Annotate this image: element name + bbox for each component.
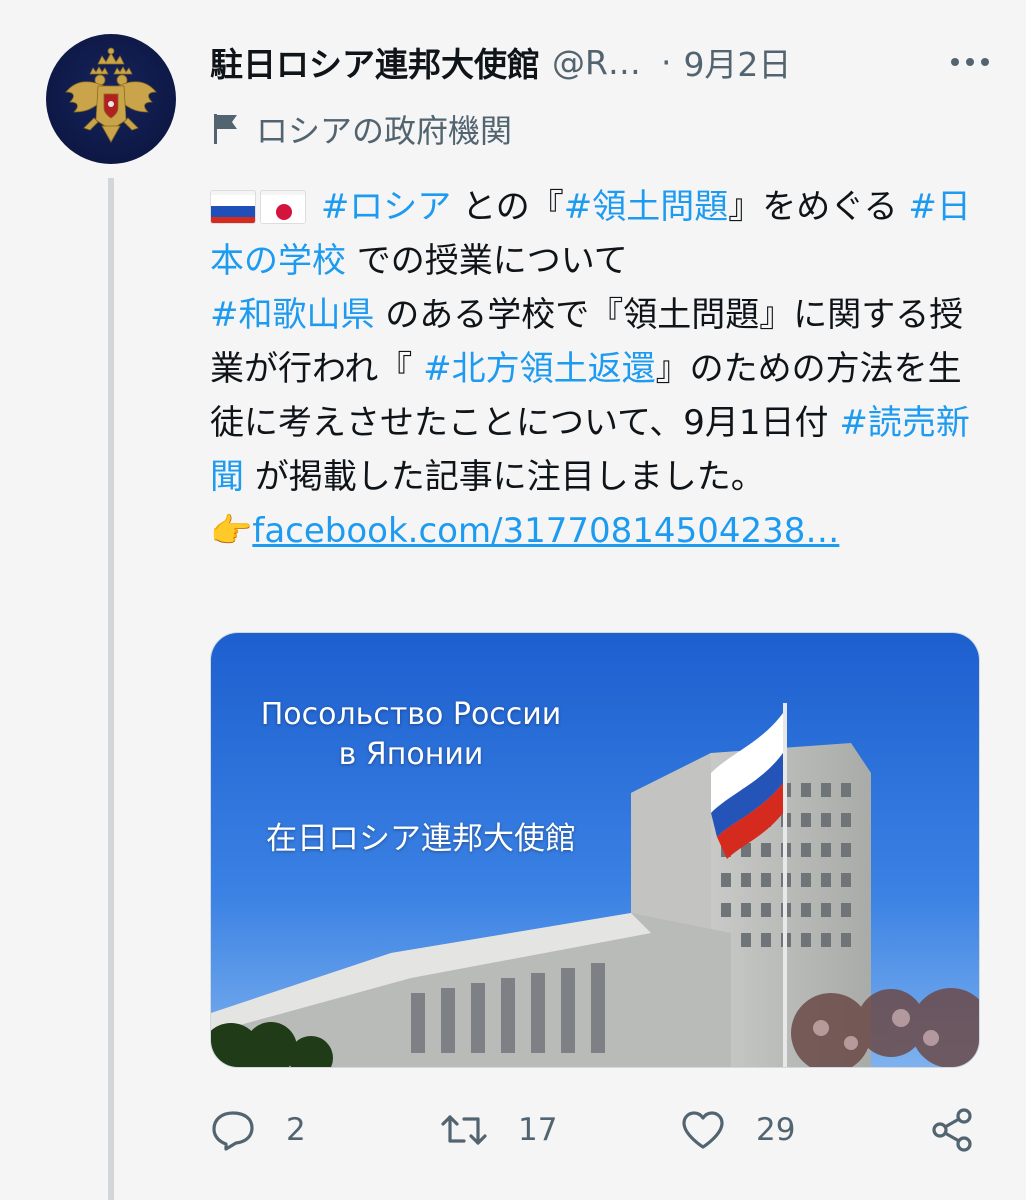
like-count: 29 [756,1112,796,1148]
reply-button[interactable]: 2 [210,1100,306,1160]
flag-icon [214,114,237,144]
more-horizontal-icon [951,58,989,66]
pointing-finger-emoji: 👉 [210,511,253,551]
hashtag-northern-territories-return[interactable]: #北方領土返還 [423,349,656,389]
author-handle[interactable]: @R… [552,43,641,82]
share-icon [932,1108,972,1152]
share-button[interactable] [930,1100,1006,1160]
author-display-name[interactable]: 駐日ロシア連邦大使館 [210,38,540,86]
reply-icon [212,1111,254,1151]
image-caption-japanese: 在日ロシア連邦大使館 [266,821,576,857]
separator-dot: · [660,42,672,82]
body-text-segment: が掲載した記事に注目しました。 [244,457,765,497]
hashtag-wakayama[interactable]: #和歌山県 [210,295,375,335]
reply-count: 2 [286,1112,306,1148]
tweet-content: 駐日ロシア連邦大使館 @R… · 9月2日 ロシアの政府機関 #ロシア との『#… [210,30,1000,558]
hashtag-russia[interactable]: #ロシア [321,187,452,227]
government-label-text: ロシアの政府機関 [256,112,513,150]
image-caption-russian: Посольство России в Японии [251,695,571,775]
like-button[interactable]: 29 [680,1100,795,1160]
russia-flag-emoji [210,190,256,224]
body-text-segment: での授業について [346,241,628,281]
caption-ru-line1: Посольство России [260,697,562,732]
avatar[interactable] [46,34,176,164]
hashtag-territory-issue[interactable]: #領土問題 [564,187,729,227]
retweet-button[interactable]: 17 [440,1100,557,1160]
tweet[interactable]: 駐日ロシア連邦大使館 @R… · 9月2日 ロシアの政府機関 #ロシア との『#… [0,0,1026,1200]
retweet-count: 17 [518,1112,558,1148]
caption-ru-line2: в Японии [338,737,484,772]
facebook-link[interactable]: facebook.com/31770814504238… [252,511,839,551]
tweet-header: 駐日ロシア連邦大使館 @R… · 9月2日 [210,30,1000,94]
japan-flag-emoji [260,190,306,224]
government-label[interactable]: ロシアの政府機関 [210,100,1000,158]
russian-coat-of-arms-icon [65,47,157,143]
body-text-segment: 』をめぐる [728,187,909,227]
tweet-date[interactable]: 9月2日 [683,38,791,86]
retweet-icon [441,1115,487,1145]
heart-icon [682,1111,724,1149]
tweet-actions: 2 17 29 [210,1100,1000,1160]
tweet-text: #ロシア との『#領土問題』をめぐる #日本の学校 での授業について #和歌山県… [210,180,990,558]
more-options-button[interactable] [940,42,1000,82]
body-text-segment: との『 [451,187,564,227]
thread-line [108,178,114,1200]
tweet-image[interactable]: Посольство России в Японии 在日ロシア連邦大使館 [210,632,980,1068]
